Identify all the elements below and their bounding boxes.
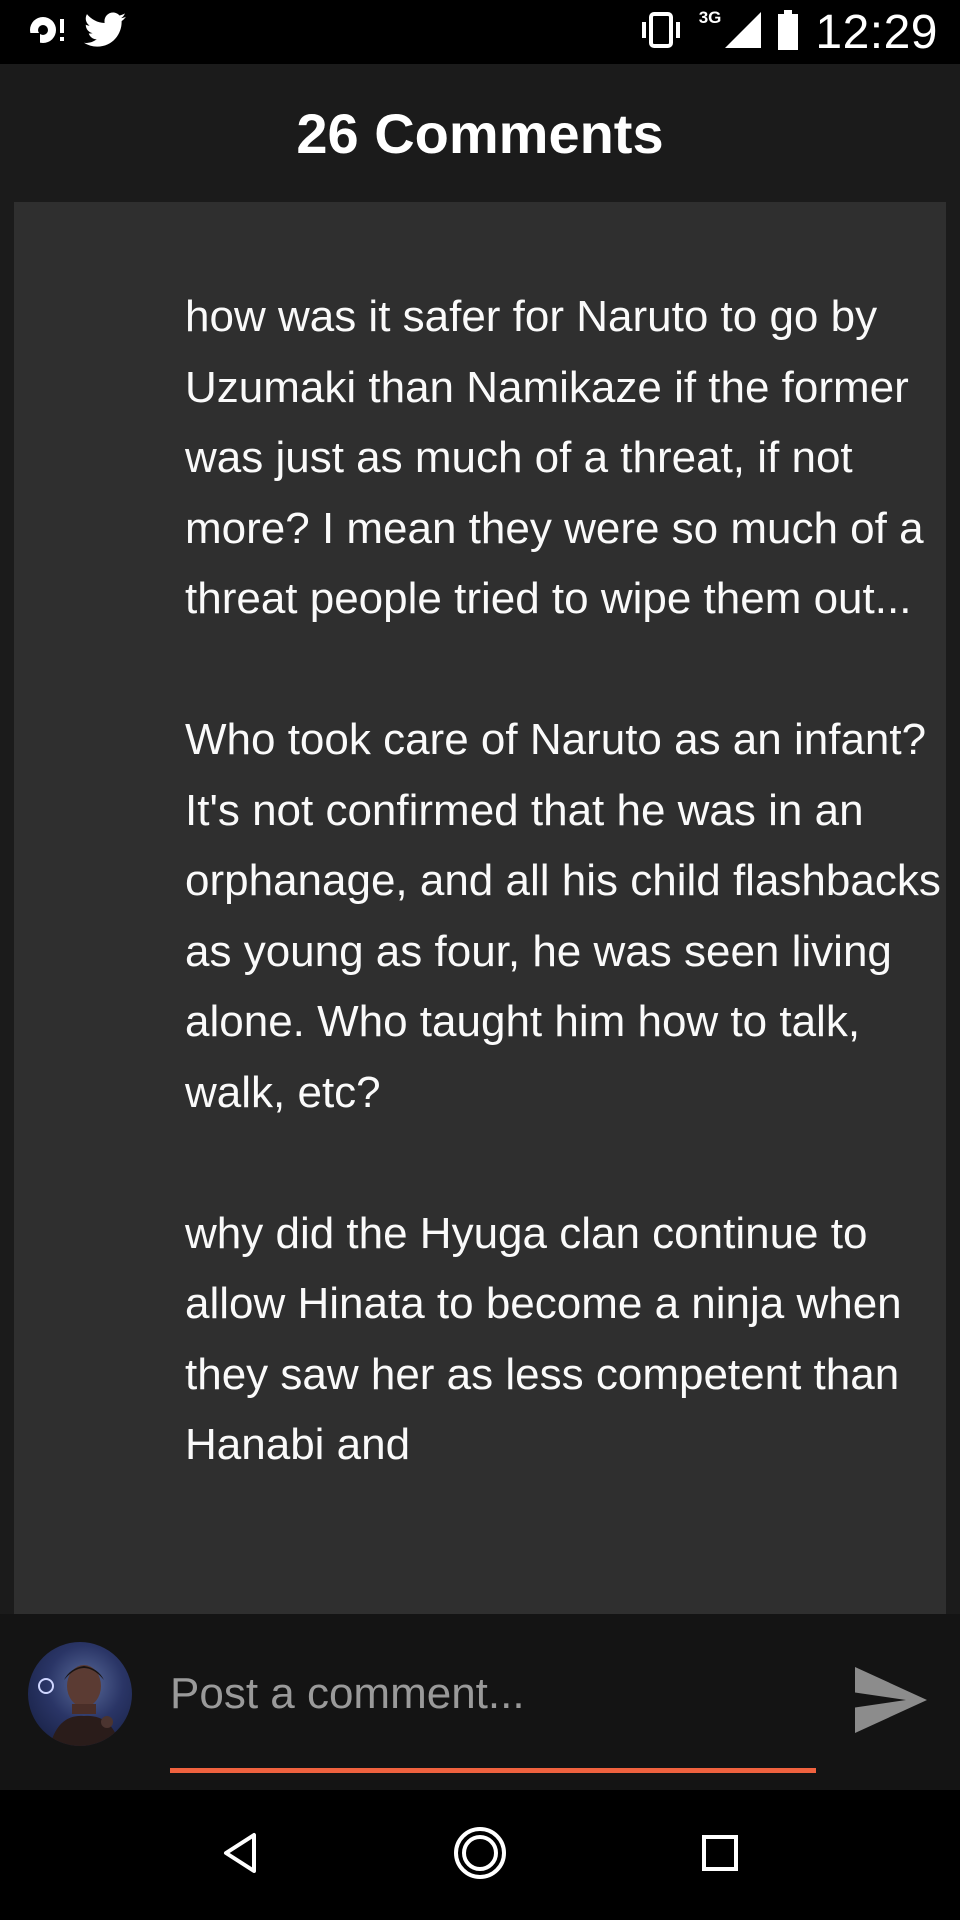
input-underline [170,1768,816,1773]
back-button[interactable] [210,1825,270,1885]
page-title: 26 Comments [296,101,664,165]
recents-icon [700,1833,740,1878]
home-icon [452,1825,508,1886]
comment-input[interactable] [170,1654,816,1734]
avatar[interactable] [28,1642,132,1746]
status-bar: 3G 12:29 [0,0,960,64]
comment-card[interactable]: how was it safer for Naruto to go by Uzu… [14,202,946,1614]
notification-icon [26,13,66,52]
network-type-label: 3G [698,8,722,27]
status-clock: 12:29 [815,5,938,59]
comment-body: how was it safer for Naruto to go by Uzu… [185,282,945,1551]
system-nav-bar [0,1790,960,1920]
send-icon [854,1666,928,1738]
comment-paragraph: why did the Hyuga clan continue to allow… [185,1208,902,1470]
back-icon [220,1831,260,1880]
recents-button[interactable] [690,1825,750,1885]
send-button[interactable] [850,1662,932,1742]
vibrate-icon [639,11,683,53]
comments-header: 26 Comments [0,64,960,202]
battery-icon [777,9,799,55]
comment-paragraph: how was it safer for Naruto to go by Uzu… [185,292,924,623]
comment-compose-bar [0,1614,960,1790]
twitter-icon [84,12,126,53]
signal-icon [725,11,762,53]
comment-paragraph: Who took care of Naruto as an infant? It… [185,715,941,1117]
home-button[interactable] [450,1825,510,1885]
